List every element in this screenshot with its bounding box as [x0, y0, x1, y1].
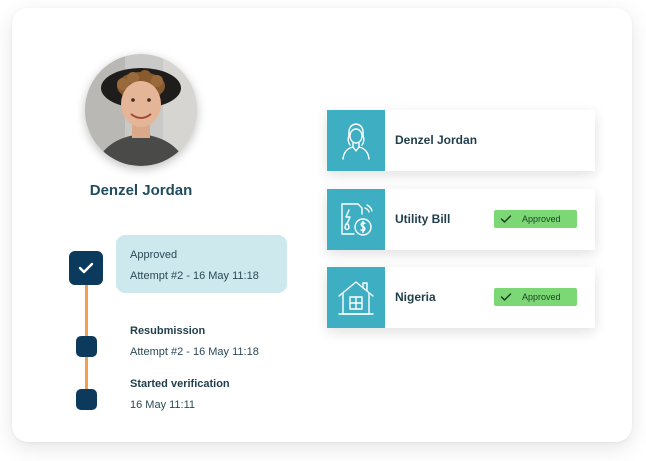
person-icon [342, 122, 370, 160]
current-status-title: Approved [130, 249, 178, 261]
timeline-step-marker [76, 336, 97, 357]
timeline-current-marker [69, 251, 103, 285]
check-row-label: Denzel Jordan [395, 133, 478, 147]
check-row-label: Utility Bill [395, 212, 451, 226]
current-status-subtitle: Attempt #2 - 16 May 11:18 [130, 270, 259, 282]
timeline-step-subtitle: Attempt #2 - 16 May 11:18 [130, 346, 259, 358]
check-row-country[interactable]: Nigeria Approved [327, 267, 595, 328]
check-row-name[interactable]: Denzel Jordan [327, 110, 595, 171]
timeline-step-title: Started verification [130, 378, 230, 390]
bill-icon [341, 202, 373, 236]
checkmark-icon [500, 291, 512, 303]
status-badge-label: Approved [522, 292, 561, 302]
status-badge: Approved [494, 210, 577, 228]
timeline-step-marker [76, 389, 97, 410]
current-status-box: Approved Attempt #2 - 16 May 11:18 [116, 235, 287, 293]
checkmark-icon [500, 213, 512, 225]
person-icon-box [327, 110, 385, 171]
verification-card: Denzel Jordan Approved Attempt #2 - 16 M… [12, 8, 632, 442]
checkmark-icon [78, 262, 94, 274]
bill-icon-box [327, 189, 385, 250]
house-icon [338, 280, 374, 315]
house-icon-box [327, 267, 385, 328]
timeline-step-title: Resubmission [130, 325, 206, 337]
user-photo-icon [85, 54, 197, 166]
avatar [85, 54, 197, 166]
status-badge: Approved [494, 288, 577, 306]
profile-name: Denzel Jordan [89, 182, 193, 199]
status-badge-label: Approved [522, 214, 561, 224]
check-row-label: Nigeria [395, 290, 436, 304]
timeline-step-subtitle: 16 May 11:11 [130, 399, 196, 411]
check-row-utility-bill[interactable]: Utility Bill Approved [327, 189, 595, 250]
